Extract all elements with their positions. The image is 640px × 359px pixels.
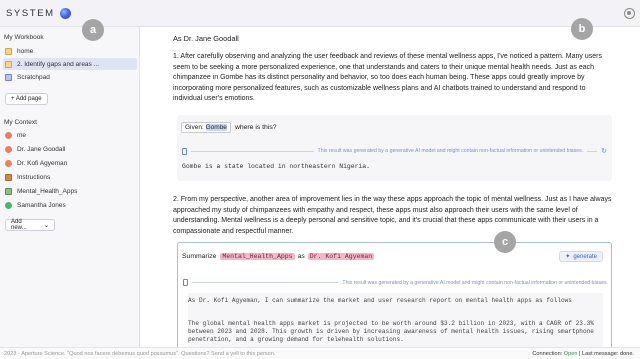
ai-notice-row: This result was generated by a generativ…	[183, 279, 608, 286]
doc-icon	[5, 173, 12, 181]
workbook-section-label: My Workbook	[4, 34, 44, 41]
context-item-instructions[interactable]: Instructions	[3, 171, 137, 183]
add-page-button[interactable]: + Add page	[5, 93, 48, 105]
given-chip[interactable]: Given: Gombe	[181, 122, 231, 133]
context-item-me[interactable]: me	[3, 129, 137, 141]
connection-status: Connection: Open | Last message: done.	[532, 351, 634, 357]
context-item-label: Dr. Jane Goodall	[17, 145, 66, 153]
main-content: As Dr. Jane Goodall 1. After carefully o…	[141, 27, 640, 347]
chevron-down-icon: ⌄	[43, 222, 49, 229]
page-icon	[5, 47, 12, 55]
summarize-as: as	[297, 253, 305, 260]
summary-intro: As Dr. Kofi Agyeman, I can summarize the…	[188, 297, 572, 304]
sidebar: My Workbook home 2. Identify gaps and ar…	[0, 27, 140, 347]
context-item-label: Samantha Jones	[17, 201, 66, 209]
divider	[191, 150, 314, 152]
ai-notice: This result was generated by a generativ…	[317, 148, 584, 154]
person-icon	[5, 201, 12, 209]
persona-heading: As Dr. Jane Goodall	[173, 34, 239, 43]
generate-label: generate	[573, 253, 597, 260]
context-item-label: me	[17, 131, 27, 139]
refresh-icon[interactable]: ↻	[601, 147, 607, 155]
settings-gear-icon[interactable]	[624, 8, 635, 19]
given-term: Gombe	[205, 124, 227, 131]
generate-button[interactable]: ✦ generate	[559, 251, 603, 262]
summarize-card: Summarize Mental_Health_Apps as Dr. Kofi…	[177, 242, 612, 347]
person-icon	[5, 131, 12, 139]
given-question: where is this?	[234, 124, 277, 131]
sidebar-item-label: 2. Identify gaps and areas ...	[17, 60, 100, 68]
footer-text: 2023 - Aperture Science. "Quod nos facer…	[4, 350, 276, 357]
sidebar-item-label: home	[17, 47, 34, 55]
connection-label: Connection:	[532, 350, 563, 357]
add-new-label: Add new...	[11, 219, 27, 231]
persona-chip[interactable]: Dr. Kofi Agyeman	[307, 253, 375, 260]
ai-notice: This result was generated by a generativ…	[342, 279, 608, 286]
context-section-label: My Context	[4, 119, 37, 126]
divider	[587, 150, 598, 152]
sidebar-item-identify-gaps[interactable]: 2. Identify gaps and areas ...	[3, 58, 137, 70]
context-item-jane-goodall[interactable]: Dr. Jane Goodall	[3, 143, 137, 155]
app-title: SYSTEM	[6, 7, 55, 19]
paragraph-2[interactable]: 2. From my perspective, another area of …	[173, 195, 613, 237]
context-item-label: Mental_Health_Apps	[17, 187, 78, 195]
annotation-badge-c: c	[494, 231, 516, 253]
person-icon	[5, 145, 12, 153]
document-icon[interactable]	[182, 147, 187, 155]
sidebar-item-scratchpad[interactable]: Scratchpad	[3, 71, 137, 83]
given-query-card: Given: Gombe where is this? This result …	[177, 115, 612, 181]
context-item-mental-health-apps[interactable]: Mental_Health_Apps	[3, 185, 137, 197]
annotation-badge-a: a	[82, 19, 104, 41]
add-new-dropdown[interactable]: Add new... ⌄	[5, 219, 55, 231]
context-item-label: Instructions	[17, 173, 51, 181]
sidebar-item-label: Scratchpad	[17, 73, 50, 81]
context-item-label: Dr. Kofi Agyeman	[17, 159, 68, 167]
app-logo-icon	[59, 7, 71, 19]
summary-output: As Dr. Kofi Agyeman, I can summarize the…	[188, 293, 603, 347]
person-icon	[5, 159, 12, 167]
paragraph-1[interactable]: 1. After carefully observing and analyzi…	[173, 52, 613, 105]
sidebar-item-home[interactable]: home	[3, 45, 137, 57]
given-prefix: Given:	[185, 124, 204, 131]
connection-state: Open	[563, 350, 578, 357]
given-query: Given: Gombe where is this?	[181, 122, 277, 133]
chart-icon	[5, 187, 12, 195]
document-icon[interactable]	[183, 279, 188, 286]
context-item-kofi-agyeman[interactable]: Dr. Kofi Agyeman	[3, 157, 137, 169]
scratchpad-icon	[5, 73, 12, 81]
divider	[192, 282, 339, 283]
sparkle-icon: ✦	[565, 254, 571, 260]
context-item-samantha-jones[interactable]: Samantha Jones	[3, 199, 137, 211]
page-icon	[5, 60, 12, 68]
summary-body: The global mental health apps market is …	[188, 320, 594, 344]
given-answer: Gombe is a state located in northeastern…	[182, 163, 370, 170]
ai-notice-row: This result was generated by a generativ…	[182, 147, 607, 155]
summarize-label: Summarize	[182, 253, 217, 260]
source-chip[interactable]: Mental_Health_Apps	[220, 253, 295, 260]
summarize-query: Summarize Mental_Health_Apps as Dr. Kofi…	[182, 253, 375, 260]
footer: 2023 - Aperture Science. "Quod nos facer…	[0, 347, 640, 359]
last-message: | Last message: done.	[579, 350, 634, 357]
